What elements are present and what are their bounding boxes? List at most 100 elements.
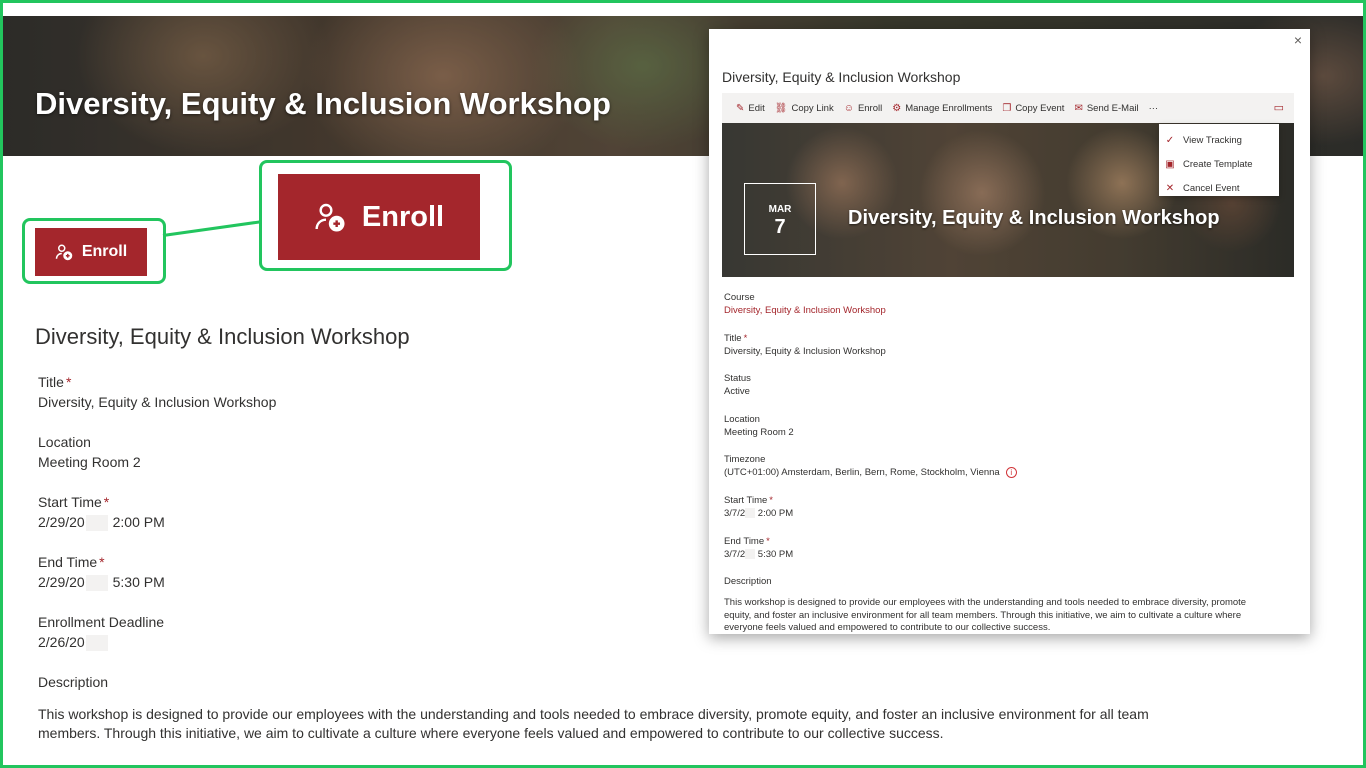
menu-item-view-tracking[interactable]: ✓ View Tracking xyxy=(1159,128,1279,152)
cmd-copy-link[interactable]: ⛓ Copy Link xyxy=(775,103,834,114)
comment-icon[interactable]: ▭ xyxy=(1274,101,1284,114)
timezone-label: Timezone xyxy=(724,454,766,465)
panel-start-label: Start Time xyxy=(724,495,768,506)
panel-end-time: 5:30 PM xyxy=(757,549,794,560)
redaction xyxy=(85,575,108,592)
panel-hero-title: Diversity, Equity & Inclusion Workshop xyxy=(848,207,1220,229)
redaction xyxy=(85,635,108,652)
panel-field-title: Title * Diversity, Equity & Inclusion Wor… xyxy=(724,332,886,358)
panel-location-value: Meeting Room 2 xyxy=(724,427,794,438)
panel-field-location: Location Meeting Room 2 xyxy=(724,413,794,439)
field-start-label: Start Time xyxy=(38,494,102,510)
panel-start-date: 3/7/2 xyxy=(724,508,746,519)
enroll-person-add-icon xyxy=(55,244,73,261)
info-icon[interactable]: i xyxy=(1005,466,1017,478)
cancel-icon: ✕ xyxy=(1165,182,1175,194)
field-title-value[interactable]: Diversity, Equity & Inclusion Workshop xyxy=(38,392,276,412)
enroll-person-add-icon xyxy=(315,203,345,232)
cmd-send-email-label: Send E-Mail xyxy=(1086,102,1139,114)
required-marker: * xyxy=(743,333,748,344)
menu-view-tracking-label: View Tracking xyxy=(1183,134,1242,146)
field-description-value: This workshop is designed to provide our… xyxy=(38,706,1149,741)
panel-title: Diversity, Equity & Inclusion Workshop xyxy=(722,69,961,85)
end-date: 2/29/20 xyxy=(38,574,85,590)
enroll-button-zoomed[interactable]: Enroll xyxy=(278,174,480,260)
cmd-copy-link-label: Copy Link xyxy=(791,102,834,114)
panel-field-status: Status Active xyxy=(724,372,751,398)
copy-icon: ❐ xyxy=(1002,102,1012,114)
field-location-label: Location xyxy=(38,434,91,450)
manage-icon: ⚙ xyxy=(892,102,902,114)
field-description: Description xyxy=(38,672,108,692)
panel-end-date: 3/7/2 xyxy=(724,549,746,560)
menu-item-create-template[interactable]: ▣ Create Template xyxy=(1159,152,1279,176)
field-start-value[interactable]: 2/29/20 2:00 PM xyxy=(38,512,165,532)
edit-icon: ✎ xyxy=(736,102,745,114)
template-icon: ▣ xyxy=(1165,158,1175,170)
field-description-label: Description xyxy=(38,674,109,690)
required-marker: * xyxy=(103,494,110,510)
event-detail-panel: × Diversity, Equity & Inclusion Workshop… xyxy=(709,29,1310,634)
redaction xyxy=(85,515,108,532)
enroll-button-label: Enroll xyxy=(361,200,445,233)
menu-item-cancel-event[interactable]: ✕ Cancel Event xyxy=(1159,176,1279,200)
panel-title-value: Diversity, Equity & Inclusion Workshop xyxy=(724,346,886,357)
field-title: Title * Diversity, Equity & Inclusion Wor… xyxy=(38,372,276,412)
close-icon[interactable]: × xyxy=(1294,32,1302,48)
panel-title-label: Title xyxy=(724,333,742,344)
field-deadline-value[interactable]: 2/26/20 xyxy=(38,632,164,652)
date-day: 7 xyxy=(774,216,786,238)
field-start-time: Start Time * 2/29/20 2:00 PM xyxy=(38,492,165,532)
event-date-badge: MAR 7 xyxy=(744,183,816,255)
enroll-button[interactable]: Enroll xyxy=(35,228,147,276)
deadline-date: 2/26/20 xyxy=(38,634,85,650)
cmd-copy-event-label: Copy Event xyxy=(1015,102,1065,114)
required-marker: * xyxy=(65,374,72,390)
start-date: 2/29/20 xyxy=(38,514,85,530)
cmd-send-email[interactable]: ✉ Send E-Mail xyxy=(1074,103,1138,114)
panel-field-course: Course Diversity, Equity & Inclusion Wor… xyxy=(724,291,886,317)
status-label: Status xyxy=(724,373,751,384)
cmd-copy-event[interactable]: ❐ Copy Event xyxy=(1002,103,1064,114)
field-end-label: End Time xyxy=(38,554,98,570)
more-icon: ··· xyxy=(1148,102,1159,114)
cmd-manage-label: Manage Enrollments xyxy=(905,102,993,114)
timezone-value: (UTC+01:00) Amsterdam, Berlin, Bern, Rom… xyxy=(724,467,1000,478)
cmd-edit[interactable]: ✎ Edit xyxy=(736,103,765,114)
overflow-menu: ✓ View Tracking ▣ Create Template ✕ Cancel … xyxy=(1159,124,1279,196)
field-deadline-label: Enrollment Deadline xyxy=(38,614,165,630)
required-marker: * xyxy=(99,554,105,570)
required-marker: * xyxy=(766,536,770,547)
field-title-label: Title xyxy=(38,374,64,390)
panel-location-label: Location xyxy=(724,414,760,425)
check-icon: ✓ xyxy=(1165,134,1175,146)
required-marker: * xyxy=(769,495,773,506)
page-title: Diversity, Equity & Inclusion Workshop xyxy=(35,324,410,349)
panel-start-time: 2:00 PM xyxy=(757,508,794,519)
cmd-manage-enrollments[interactable]: ⚙ Manage Enrollments xyxy=(892,103,992,114)
course-link[interactable]: Diversity, Equity & Inclusion Workshop xyxy=(724,304,886,317)
panel-field-end-time: End Time * 3/7/2 5:30 PM xyxy=(724,535,793,561)
field-enrollment-deadline: Enrollment Deadline 2/26/20 xyxy=(38,612,164,652)
field-end-value[interactable]: 2/29/20 5:30 PM xyxy=(38,572,165,592)
cmd-enroll-label: Enroll xyxy=(857,102,883,114)
cmd-enroll[interactable]: ☺ Enroll xyxy=(844,103,883,114)
highlight-connector xyxy=(162,220,262,237)
panel-field-description: Description xyxy=(724,575,772,588)
start-time: 2:00 PM xyxy=(112,514,165,530)
menu-create-template-label: Create Template xyxy=(1183,158,1253,170)
field-location: Location Meeting Room 2 xyxy=(38,432,141,472)
cmd-edit-label: Edit xyxy=(748,102,765,114)
enroll-button-label: Enroll xyxy=(81,243,128,260)
end-time: 5:30 PM xyxy=(112,574,165,590)
redaction xyxy=(745,549,756,560)
mail-icon: ✉ xyxy=(1074,102,1083,114)
panel-field-timezone: Timezone (UTC+01:00) Amsterdam, Berlin, … xyxy=(724,453,1017,479)
panel-end-label: End Time xyxy=(724,536,765,547)
field-location-value[interactable]: Meeting Room 2 xyxy=(38,452,141,472)
course-label: Course xyxy=(724,292,755,303)
menu-cancel-event-label: Cancel Event xyxy=(1183,182,1240,194)
panel-description-label: Description xyxy=(724,576,772,587)
cmd-more[interactable]: ··· xyxy=(1149,103,1159,114)
field-end-time: End Time * 2/29/20 5:30 PM xyxy=(38,552,165,592)
